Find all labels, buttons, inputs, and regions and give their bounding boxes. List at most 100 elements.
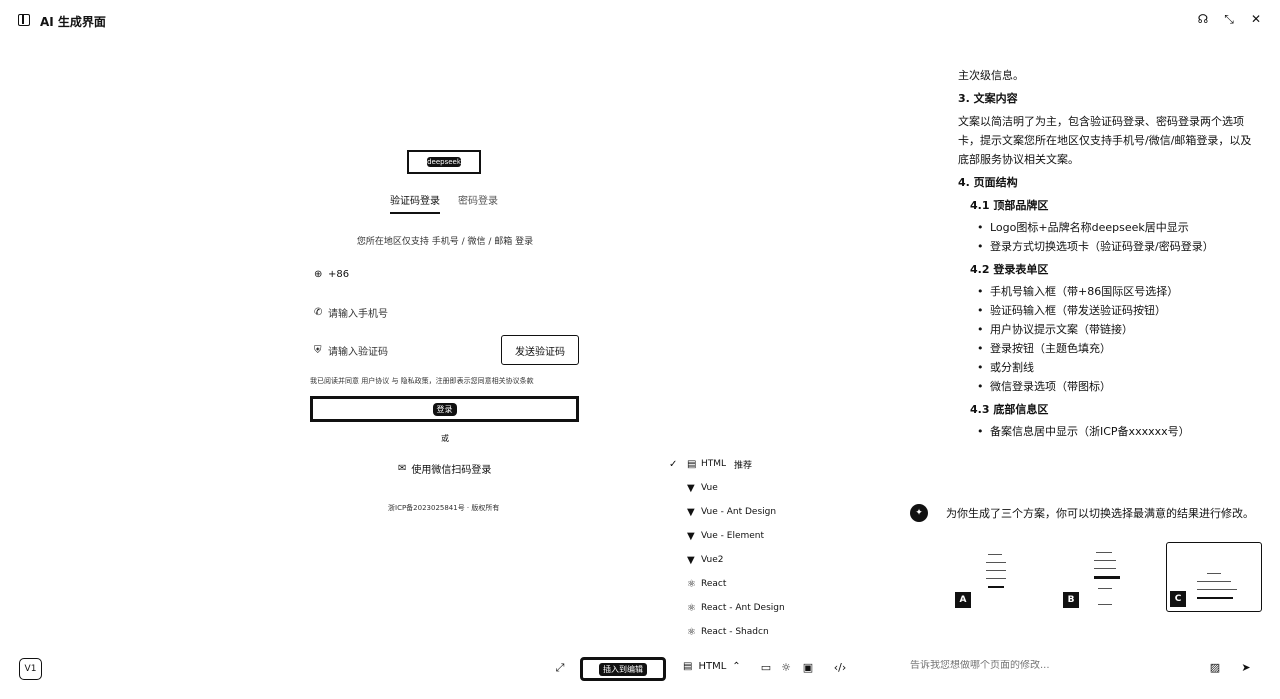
wechat-icon: ✉ xyxy=(398,463,407,474)
check-icon: ✓ xyxy=(669,458,678,470)
react-icon: ⚛ xyxy=(687,626,696,638)
vue-icon: ▼ xyxy=(687,506,695,518)
variant-a[interactable]: A xyxy=(952,542,1048,612)
login-preview: deepseek 验证码登录 密码登录 您所在地区仅支持 手机号 / 微信 / … xyxy=(300,140,590,520)
section3-title: 3. 文案内容 xyxy=(958,92,1018,105)
brand-logo: deepseek xyxy=(407,150,481,174)
or-divider: 或 xyxy=(441,434,449,443)
framework-option[interactable]: ▼ Vue xyxy=(665,476,805,500)
device-icon[interactable]: ▭ xyxy=(759,661,773,675)
version-badge[interactable]: V1 xyxy=(19,658,42,680)
agreement-text: 我已阅读并同意 用户协议 与 隐私政策，注册即表示您同意相关协议条款 xyxy=(310,377,534,385)
variant-b[interactable]: B xyxy=(1060,542,1156,612)
list-item: 微信登录选项（带图标） xyxy=(977,377,1258,396)
sidebar-toggle-icon[interactable] xyxy=(18,14,30,26)
language-label: HTML xyxy=(698,661,727,672)
framework-option[interactable]: ▼ Vue2 xyxy=(665,548,805,572)
framework-option[interactable]: ⚛ React - Shadcn xyxy=(665,620,805,644)
variant-c-label: C xyxy=(1170,591,1186,607)
tab-password-login[interactable]: 密码登录 xyxy=(458,192,498,212)
list-item: 备案信息居中显示（浙ICP备xxxxxx号） xyxy=(977,422,1258,441)
list-item: 登录按钮（主题色填充） xyxy=(977,339,1258,358)
list-item: 登录方式切换选项卡（验证码登录/密码登录） xyxy=(977,237,1258,256)
list-item: 验证码输入框（带发送验证码按钮） xyxy=(977,301,1258,320)
vue-icon: ▼ xyxy=(687,530,695,542)
framework-label: HTML xyxy=(701,459,727,469)
react-icon: ⚛ xyxy=(687,578,696,590)
section4-title: 4. 页面结构 xyxy=(958,176,1018,189)
chat-input[interactable] xyxy=(910,660,1190,671)
window-title: AI 生成界面 xyxy=(40,15,106,29)
design-doc: 主次级信息。 3. 文案内容 文案以简洁明了为主，包含验证码登录、密码登录两个选… xyxy=(958,50,1258,441)
framework-dropdown: ✓ ▤ HTML 推荐 ▼ Vue ▼ Vue - Ant Design ▼ Vue - Elem… xyxy=(665,452,805,644)
list-item: Logo图标+品牌名称deepseek居中显示 xyxy=(977,218,1258,237)
login-button[interactable]: 登录 xyxy=(310,396,579,422)
sub43-title: 4.3 底部信息区 xyxy=(970,403,1049,416)
list41: Logo图标+品牌名称deepseek居中显示 登录方式切换选项卡（验证码登录/… xyxy=(977,218,1258,256)
list42: 手机号输入框（带+86国际区号选择） 验证码输入框（带发送验证码按钮） 用户协议… xyxy=(977,282,1258,396)
html-icon: ▤ xyxy=(683,661,693,672)
sub42-title: 4.2 登录表单区 xyxy=(970,263,1049,276)
variant-c[interactable]: C xyxy=(1166,542,1262,612)
tab-code-login[interactable]: 验证码登录 xyxy=(390,192,440,214)
framework-label: React xyxy=(701,579,727,589)
wechat-label: 使用微信扫码登录 xyxy=(411,465,492,476)
framework-label: Vue - Ant Design xyxy=(701,507,777,517)
framework-option[interactable]: ⚛ React - Ant Design xyxy=(665,596,805,620)
fullscreen-icon[interactable]: ⤢ xyxy=(553,661,567,675)
framework-option[interactable]: ▼ Vue - Ant Design xyxy=(665,500,805,524)
variant-b-label: B xyxy=(1063,592,1079,608)
framework-label: Vue xyxy=(701,483,718,493)
framework-option[interactable]: ⚛ React xyxy=(665,572,805,596)
html-icon: ▤ xyxy=(687,458,697,470)
doc-intro-tail: 主次级信息。 xyxy=(958,69,1024,82)
icp-footer: 浙ICP备2023025841号 · 版权所有 xyxy=(388,504,500,512)
ai-message-text: 为你生成了三个方案，你可以切换选择最满意的结果进行修改。 xyxy=(946,507,1254,520)
close-icon[interactable]: ✕ xyxy=(1249,12,1263,26)
language-select[interactable]: ▤ HTML ⌃ xyxy=(683,661,741,672)
vue-icon: ▼ xyxy=(687,554,695,566)
collapse-icon[interactable]: ⤡ xyxy=(1222,12,1236,26)
phone-field[interactable]: ✆ 请输入手机号 xyxy=(314,304,388,320)
phone-placeholder: 请输入手机号 xyxy=(328,308,388,320)
section3-text: 文案以简洁明了为主，包含验证码登录、密码登录两个选项卡，提示文案您所在地区仅支持… xyxy=(958,115,1252,166)
headset-icon[interactable]: ☊ xyxy=(1196,12,1210,26)
framework-label: Vue - Element xyxy=(701,531,765,541)
phone-icon: ✆ xyxy=(314,306,323,318)
send-icon[interactable]: ➤ xyxy=(1239,661,1253,675)
framework-label: Vue2 xyxy=(701,555,724,565)
login-label: 登录 xyxy=(432,402,457,416)
recommended-badge: 推荐 xyxy=(734,460,753,471)
framework-label: React - Ant Design xyxy=(701,603,785,613)
ai-message: ✦ 为你生成了三个方案，你可以切换选择最满意的结果进行修改。 xyxy=(910,504,1255,522)
country-code-select[interactable]: ⊕ +86 xyxy=(314,266,349,282)
code-icon[interactable]: ‹/› xyxy=(833,661,847,675)
list43: 备案信息居中显示（浙ICP备xxxxxx号） xyxy=(977,422,1258,441)
send-code-button[interactable]: 发送验证码 xyxy=(501,335,579,365)
variant-thumbnails: A B C xyxy=(952,542,1262,612)
code-field[interactable]: ⛨ 请输入验证码 xyxy=(314,342,388,358)
theme-icon[interactable]: ☼ xyxy=(779,661,793,675)
login-tabs: 验证码登录 密码登录 xyxy=(390,192,510,214)
globe-icon: ⊕ xyxy=(314,268,323,280)
sub41-title: 4.1 顶部品牌区 xyxy=(970,199,1049,212)
chevron-up-icon: ⌃ xyxy=(732,661,741,672)
wechat-login-button[interactable]: ✉ 使用微信扫码登录 xyxy=(398,461,491,476)
framework-label: React - Shadcn xyxy=(701,627,769,637)
vue-icon: ▼ xyxy=(687,482,695,494)
top-bar: AI 生成界面 ☊ ⤡ ✕ xyxy=(0,0,1280,40)
ai-avatar-icon: ✦ xyxy=(910,504,928,522)
image-upload-icon[interactable]: ▨ xyxy=(1208,661,1222,675)
list-item: 手机号输入框（带+86国际区号选择） xyxy=(977,282,1258,301)
react-icon: ⚛ xyxy=(687,602,696,614)
shield-icon: ⛨ xyxy=(314,344,322,356)
insert-button[interactable]: 插入到编辑 xyxy=(580,657,666,681)
framework-option[interactable]: ✓ ▤ HTML 推荐 xyxy=(665,452,805,476)
region-hint: 您所在地区仅支持 手机号 / 微信 / 邮箱 登录 xyxy=(356,237,534,247)
framework-option[interactable]: ▼ Vue - Element xyxy=(665,524,805,548)
code-placeholder: 请输入验证码 xyxy=(328,346,388,358)
country-code: +86 xyxy=(328,268,350,280)
list-item: 用户协议提示文案（带链接） xyxy=(977,320,1258,339)
insert-label: 插入到编辑 xyxy=(599,662,647,676)
layout-icon[interactable]: ▣ xyxy=(801,661,815,675)
